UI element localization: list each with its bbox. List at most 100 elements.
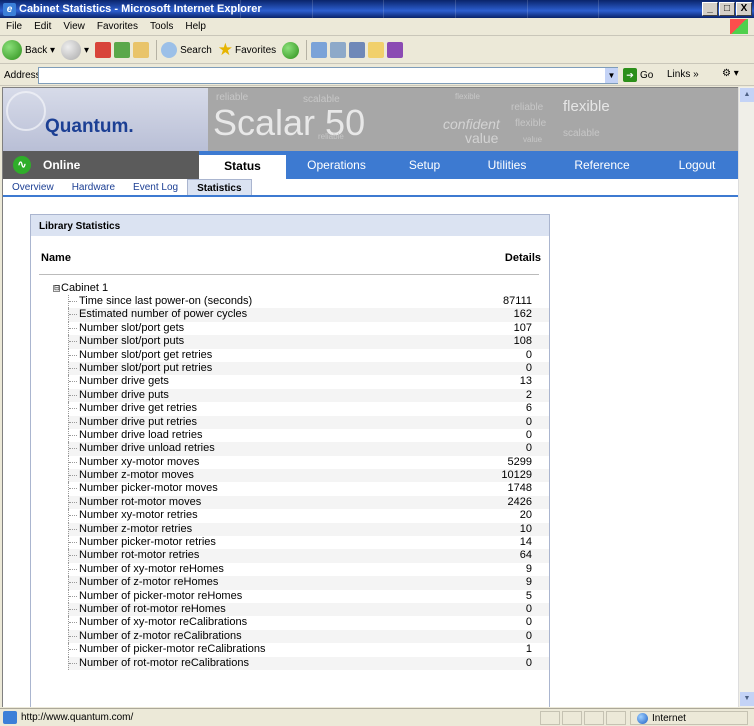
stat-value: 162 [513, 308, 532, 321]
stat-name: Estimated number of power cycles [69, 308, 247, 320]
cabinet-node[interactable]: ⊟Cabinet 1 [31, 282, 549, 295]
tab-utilities[interactable]: Utilities [462, 151, 552, 179]
table-row: Number rot-motor retries 64 [68, 549, 549, 563]
window-title: Cabinet Statistics - Microsoft Internet … [19, 3, 262, 15]
tab-operations[interactable]: Operations [286, 151, 387, 179]
media-icon[interactable] [282, 41, 300, 59]
column-header-name: Name [41, 252, 71, 264]
go-button[interactable]: ➔ Go [623, 68, 653, 82]
stat-name: Number slot/port get retries [69, 349, 212, 361]
stat-value: 20 [519, 509, 532, 522]
table-row: Number of picker-motor reCalibrations 1 [68, 643, 549, 657]
table-row: Number of rot-motor reCalibrations 0 [68, 656, 549, 670]
banner-watermark: reliable [318, 132, 344, 141]
subtab-hardware[interactable]: Hardware [63, 179, 124, 195]
table-row: Number drive put retries 0 [68, 415, 549, 429]
menu-favorites[interactable]: Favorites [91, 21, 144, 32]
stat-value: 10 [519, 522, 532, 535]
mail-icon[interactable] [330, 42, 347, 58]
history-icon[interactable] [311, 42, 328, 58]
windows-logo-icon [730, 19, 748, 34]
scroll-down-icon[interactable]: ▼ [740, 692, 754, 706]
stat-value: 0 [525, 602, 532, 615]
stat-name: Number xy-motor moves [69, 456, 199, 468]
back-button[interactable]: Back ▾ [2, 40, 55, 60]
maximize-button[interactable]: □ [719, 2, 735, 16]
go-arrow-icon: ➔ [623, 68, 637, 82]
status-indicator: ∿ Online [3, 151, 199, 179]
forward-arrow-icon [61, 40, 82, 60]
stat-value: 0 [525, 361, 532, 374]
stat-value: 0 [525, 415, 532, 428]
stat-name: Number rot-motor retries [69, 549, 199, 561]
favorites-button[interactable]: ★ Favorites [218, 40, 276, 60]
banner-watermark: value [465, 130, 499, 146]
search-button[interactable]: Search [161, 42, 212, 58]
messenger-icon[interactable] [387, 42, 404, 58]
page-icon [3, 711, 17, 724]
subtab-statistics[interactable]: Statistics [187, 179, 252, 195]
browser-window: e Cabinet Statistics - Microsoft Interne… [0, 0, 754, 726]
globe-icon [637, 712, 648, 724]
table-row: Number of picker-motor reHomes 5 [68, 589, 549, 603]
stat-name: Number of z-motor reHomes [69, 576, 218, 588]
stat-value: 9 [525, 562, 532, 575]
minimize-button[interactable]: _ [702, 2, 718, 16]
stat-value: 6 [525, 402, 532, 415]
stat-name: Number xy-motor retries [69, 509, 198, 521]
stat-name: Number slot/port puts [69, 335, 184, 347]
subtab-event-log[interactable]: Event Log [124, 179, 187, 195]
table-row: Number of z-motor reCalibrations 0 [68, 629, 549, 644]
forward-button[interactable]: ▾ [61, 40, 89, 60]
tab-logout[interactable]: Logout [652, 151, 738, 179]
stat-name: Number drive puts [69, 389, 169, 401]
menu-tools[interactable]: Tools [144, 21, 179, 32]
banner-watermark: reliable [511, 102, 544, 113]
table-row: Number drive load retries 0 [68, 428, 549, 443]
stop-icon[interactable] [95, 42, 112, 58]
tab-reference[interactable]: Reference [552, 151, 652, 179]
stat-name: Number drive put retries [69, 416, 197, 428]
menu-view[interactable]: View [57, 21, 91, 32]
links-button[interactable]: Links » [667, 69, 699, 80]
tab-setup[interactable]: Setup [387, 151, 462, 179]
close-button[interactable]: X [736, 2, 752, 16]
table-row: Number drive gets 13 [68, 375, 549, 389]
table-row: Number xy-motor moves 5299 [68, 455, 549, 470]
stat-value: 0 [525, 629, 532, 642]
home-icon[interactable] [133, 42, 150, 58]
status-url: http://www.quantum.com/ [21, 712, 134, 723]
scroll-up-icon[interactable]: ▲ [740, 88, 754, 102]
refresh-icon[interactable] [114, 42, 131, 58]
address-bar: Address ▼ ➔ Go Links » ⚙ ▾ [0, 65, 754, 86]
folder-icon[interactable] [368, 42, 385, 58]
statistics-tree: ⊟Cabinet 1 Time since last power-on (sec… [31, 282, 549, 670]
tab-status[interactable]: Status [199, 151, 286, 179]
menu-file[interactable]: File [0, 21, 28, 32]
stat-value: 14 [519, 536, 532, 549]
table-row: Time since last power-on (seconds) 87111 [68, 295, 549, 309]
title-bar: e Cabinet Statistics - Microsoft Interne… [0, 0, 754, 18]
address-dropdown-icon[interactable]: ▼ [605, 68, 618, 83]
collapse-icon[interactable]: ⊟ [53, 284, 60, 292]
sub-nav: Overview Hardware Event Log Statistics [3, 179, 738, 197]
banner-watermark: flexible [515, 118, 547, 129]
stat-name: Number of rot-motor reHomes [69, 603, 226, 615]
star-icon: ★ [217, 40, 234, 59]
heartbeat-icon: ∿ [13, 156, 31, 174]
table-row: Number picker-motor moves 1748 [68, 482, 549, 496]
stat-name: Number picker-motor retries [69, 536, 216, 548]
vertical-scrollbar[interactable]: ▲ ▼ [738, 87, 754, 707]
table-row: Number slot/port get retries 0 [68, 348, 549, 362]
subtab-overview[interactable]: Overview [3, 179, 63, 195]
table-row: Number drive get retries 6 [68, 402, 549, 416]
menu-edit[interactable]: Edit [28, 21, 57, 32]
security-zone: Internet [630, 711, 748, 725]
banner-watermark: flexible [455, 92, 480, 101]
address-input[interactable] [38, 67, 618, 84]
stat-name: Number of rot-motor reCalibrations [69, 657, 249, 669]
menu-help[interactable]: Help [179, 21, 212, 32]
banner-watermark: flexible [563, 98, 610, 115]
extension-icon[interactable]: ⚙ ▾ [722, 68, 739, 79]
print-icon[interactable] [349, 42, 366, 58]
